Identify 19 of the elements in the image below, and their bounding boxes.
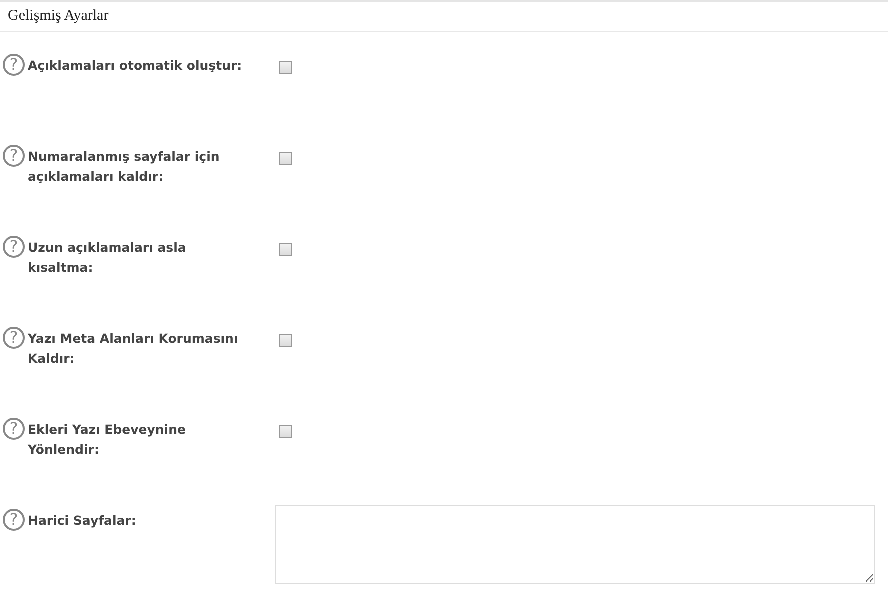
checkbox[interactable] [279, 152, 292, 165]
setting-label: Yazı Meta Alanları Korumasını Kaldır: [28, 330, 240, 368]
help-icon[interactable]: ? [3, 327, 25, 349]
checkbox[interactable] [279, 425, 292, 438]
setting-label: Uzun açıklamaları asla kısaltma: [28, 239, 188, 277]
text-area[interactable] [275, 505, 875, 584]
setting-label: Açıklamaları otomatik oluştur: [28, 57, 243, 75]
setting-label: Numaralanmış sayfalar için açıklamaları kaldır: [28, 148, 221, 186]
checkbox[interactable] [279, 334, 292, 347]
help-icon[interactable]: ? [3, 236, 25, 258]
setting-label: Harici Sayfalar: [28, 512, 138, 530]
help-icon[interactable]: ? [3, 509, 25, 531]
checkbox[interactable] [279, 61, 292, 74]
panel-title: Gelişmiş Ayarlar [8, 8, 109, 25]
help-icon[interactable]: ? [3, 54, 25, 76]
help-icon[interactable]: ? [3, 145, 25, 167]
checkbox[interactable] [279, 243, 292, 256]
setting-label: Ekleri Yazı Ebeveynine Yönlendir: [28, 421, 187, 459]
help-icon[interactable]: ? [3, 418, 25, 440]
